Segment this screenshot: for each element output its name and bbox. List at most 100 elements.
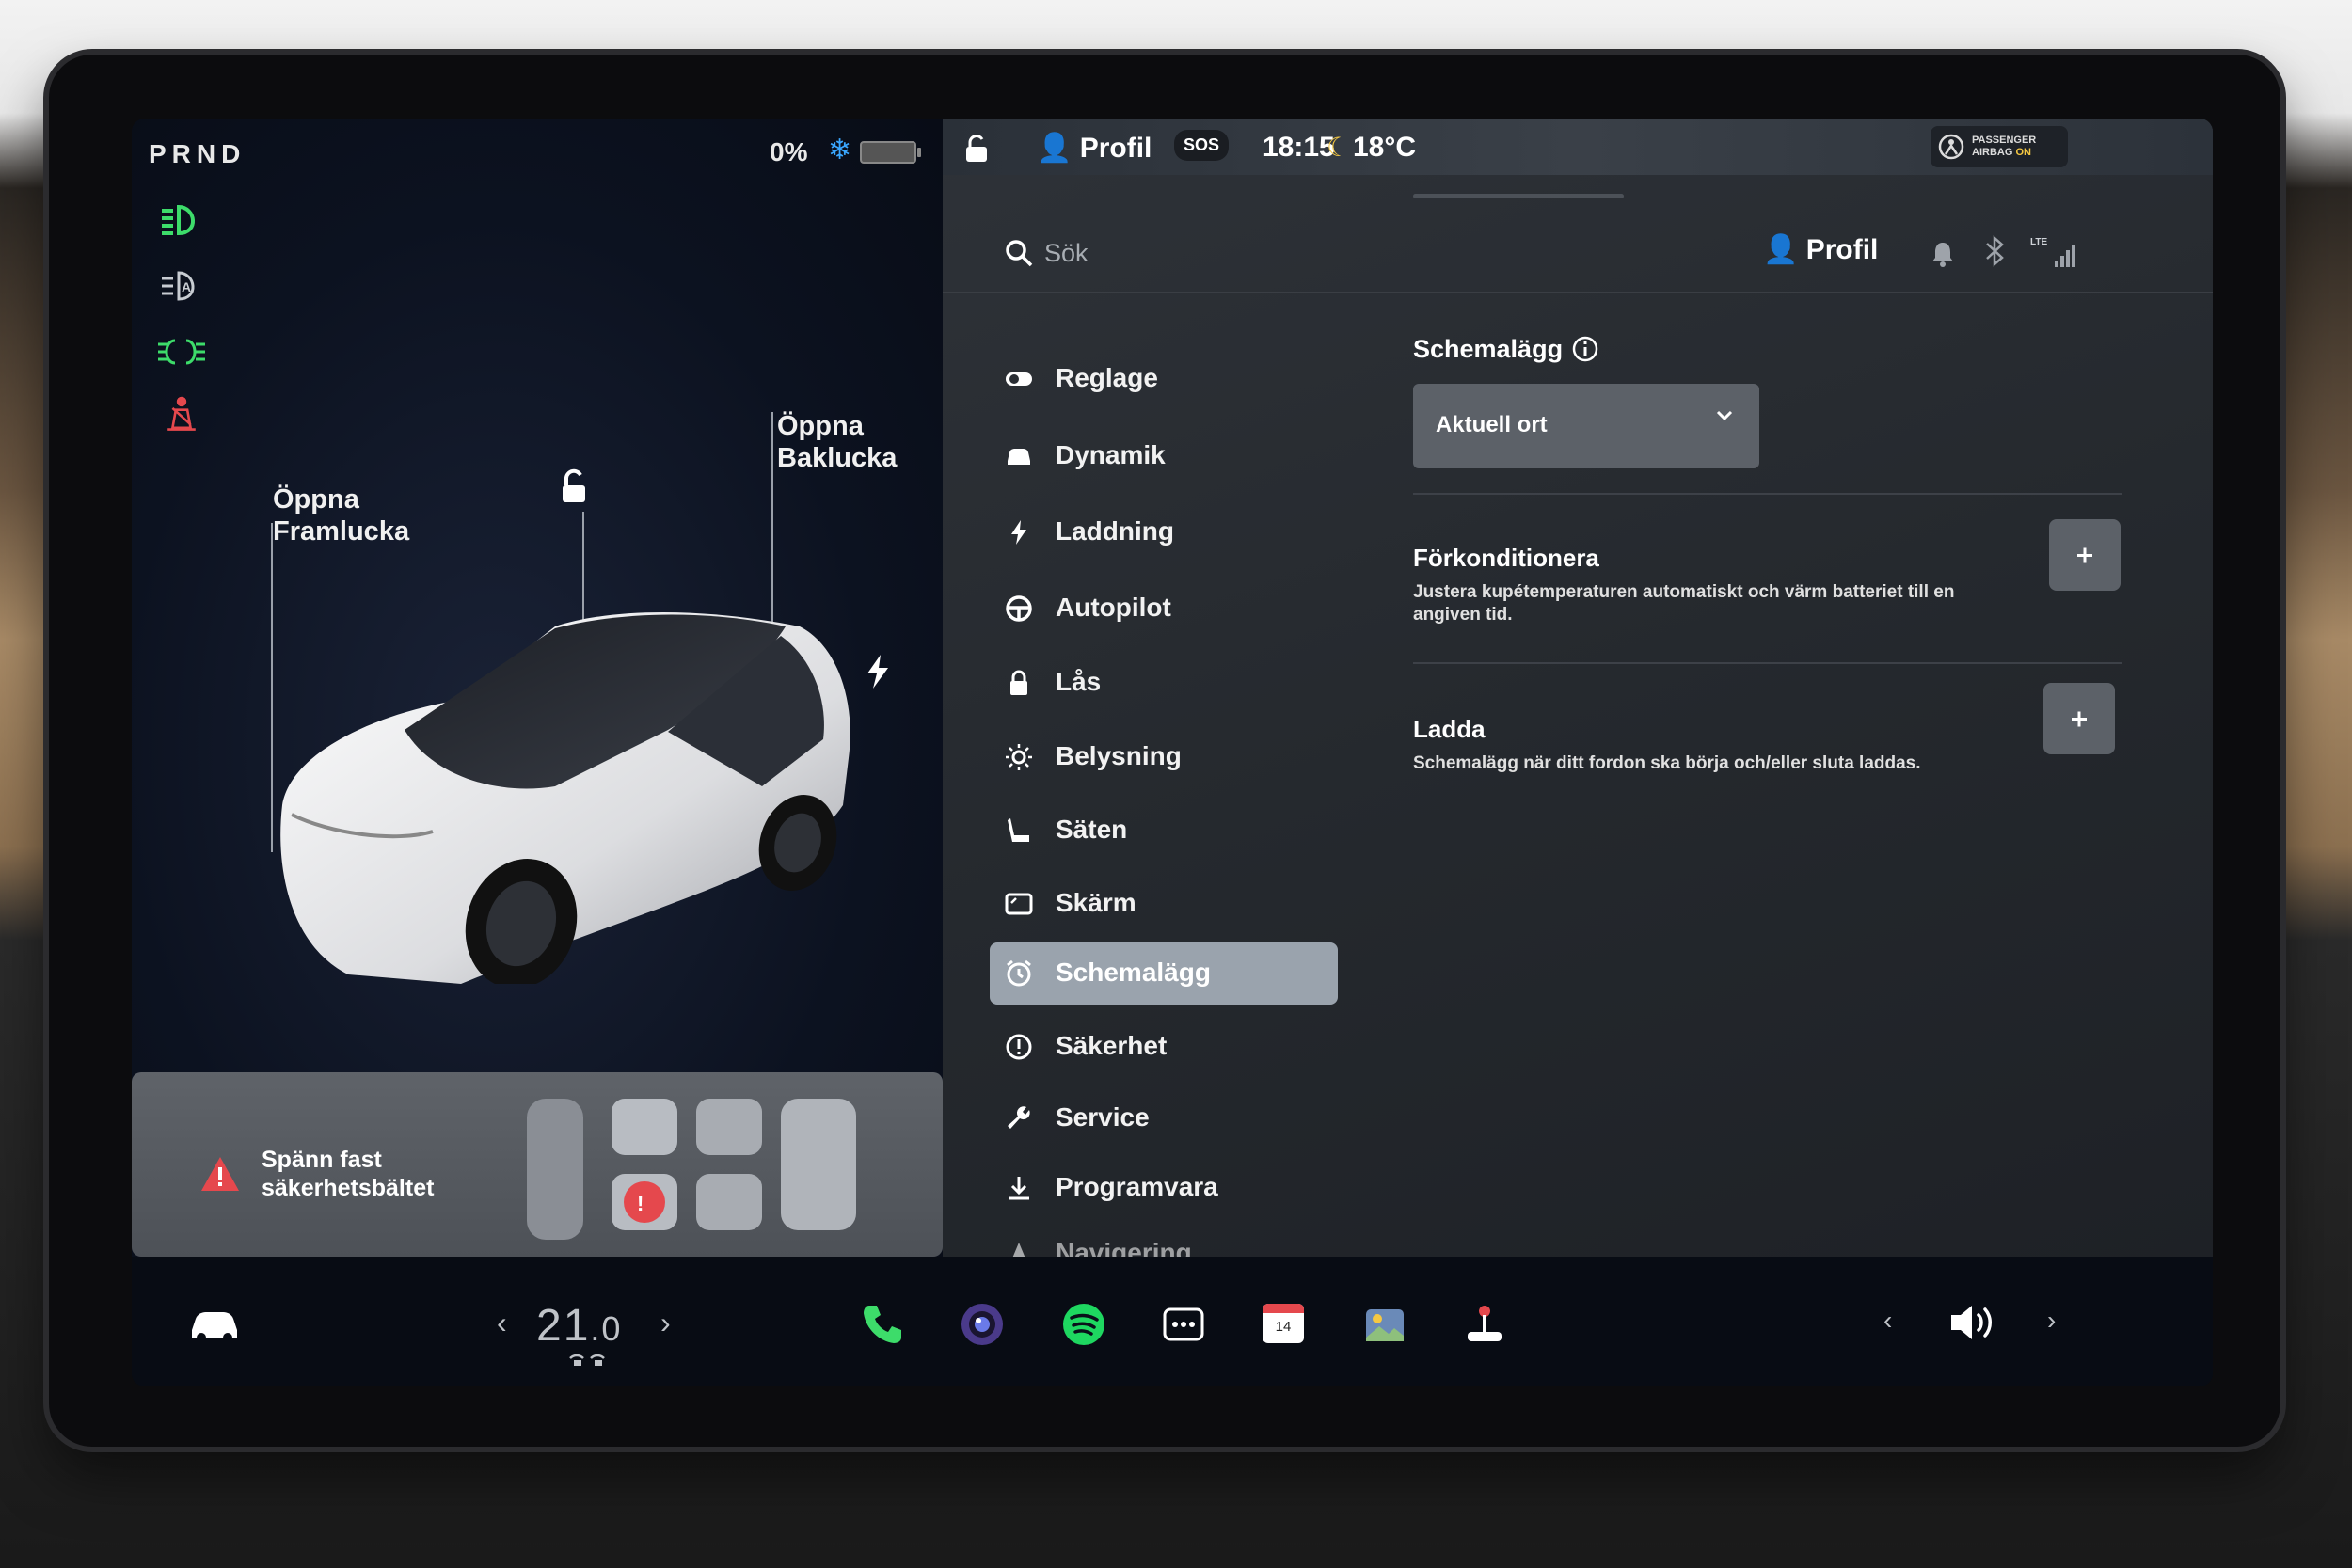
alarm-clock-icon (1007, 959, 1031, 987)
menu-item-schedule[interactable]: Schemalägg (990, 942, 1338, 1005)
outside-temperature: 18°C (1353, 132, 1417, 163)
menu-item-dynamics[interactable]: Dynamik (990, 425, 1338, 487)
menu-item-display[interactable]: Skärm (990, 873, 1338, 935)
menu-item-lighting[interactable]: Belysning (990, 726, 1338, 788)
airbag-line1: PASSENGER (1972, 135, 2037, 146)
passenger-airbag-indicator: PASSENGER AIRBAG ON (1931, 126, 2068, 167)
unlock-icon[interactable] (555, 468, 593, 506)
menu-item-label: Programvara (1056, 1172, 1218, 1201)
calendar-icon[interactable]: 14 (1261, 1300, 1306, 1345)
add-charge-schedule-button[interactable] (2043, 683, 2115, 754)
car-3d-model (280, 612, 850, 984)
menu-item-software[interactable]: Programvara (990, 1157, 1338, 1219)
photos-app-icon[interactable] (1362, 1302, 1407, 1347)
car-visualization-panel: PRND 0% ❄ A Öppna Framlucka Öppna Bakluc… (132, 119, 943, 1257)
temp-down-chevron[interactable]: ‹ (497, 1306, 507, 1340)
snowflake-icon: ❄ (828, 135, 852, 166)
battery-icon (860, 141, 921, 164)
moon-icon: ☾ (1327, 133, 1351, 162)
search-row: 👤 Profil LTE (943, 213, 2213, 293)
precondition-description: Justera kupétemperaturen automatiskt och… (1413, 582, 1955, 625)
car-front-icon (1008, 449, 1030, 465)
seatbelt-alert-line2: säkerhetsbältet (262, 1175, 435, 1201)
gear-selector: PRND (149, 139, 246, 168)
volume-icon[interactable] (1947, 1302, 1998, 1343)
menu-item-label: Belysning (1056, 741, 1182, 770)
seat-heater-icon[interactable] (566, 1353, 608, 1370)
bluetooth-icon[interactable] (1983, 235, 2008, 267)
menu-item-label: Service (1056, 1102, 1150, 1132)
car-icon[interactable] (188, 1306, 241, 1343)
add-precondition-button[interactable] (2049, 519, 2121, 591)
seat-icon (1008, 818, 1029, 842)
steering-wheel-icon (1006, 595, 1032, 622)
sun-icon (1006, 744, 1032, 770)
seatbelt-warning-icon (167, 396, 196, 431)
menu-item-locks[interactable]: Lås (990, 652, 1338, 714)
airbag-state: ON (2015, 147, 2031, 158)
airbag-icon (1938, 134, 1964, 160)
person-icon: 👤 (1763, 234, 1799, 265)
profile-top-label: Profil (1079, 133, 1152, 164)
profile-button[interactable]: 👤 Profil (1763, 233, 1878, 266)
menu-item-seats[interactable]: Säten (990, 800, 1338, 862)
lock-status-icon[interactable] (961, 134, 992, 164)
panel-drag-handle[interactable] (1413, 194, 1624, 198)
charge-port-icon[interactable] (864, 653, 892, 690)
info-icon[interactable] (1571, 335, 1599, 363)
charge-title: Ladda (1413, 715, 1486, 743)
trunk-label-line2: Baklucka (777, 443, 898, 473)
divider (1413, 662, 2122, 664)
person-icon: 👤 (1037, 133, 1073, 164)
location-dropdown[interactable]: Aktuell ort (1413, 384, 1759, 468)
navigation-icon (1012, 1243, 1025, 1257)
screen-icon (1005, 893, 1033, 915)
bell-icon[interactable] (1931, 241, 1955, 267)
calendar-day: 14 (1275, 1319, 1292, 1335)
menu-item-label: Lås (1056, 667, 1102, 696)
charge-description: Schemalägg när ditt fordon ska börja och… (1413, 753, 1921, 773)
toybox-joystick-icon[interactable] (1462, 1302, 1507, 1347)
menu-item-label: Dynamik (1056, 440, 1166, 469)
menu-item-label: Autopilot (1056, 593, 1171, 622)
menu-item-label: Reglage (1056, 363, 1158, 392)
clock: 18:15 (1263, 132, 1335, 163)
chevron-down-icon (1716, 410, 1733, 421)
temp-up-chevron[interactable]: › (660, 1306, 671, 1340)
menu-item-label: Navigering (1056, 1238, 1192, 1257)
seatbelt-alert-card: Spänn fast säkerhetsbältet ! (132, 1072, 943, 1257)
sos-button[interactable]: SOS (1174, 130, 1230, 161)
airbag-line2: AIRBAG (1972, 147, 2013, 158)
divider (1413, 493, 2122, 495)
search-icon[interactable] (1005, 239, 1033, 267)
menu-item-navigation[interactable]: Navigering (990, 1223, 1338, 1257)
search-input[interactable] (1042, 233, 1422, 273)
driver-profile-button[interactable]: 👤 Profil (1037, 132, 1152, 165)
volume-down-chevron[interactable]: ‹ (1883, 1306, 1892, 1336)
svg-text:!: ! (637, 1192, 644, 1215)
open-frunk-button[interactable]: Öppna Framlucka (273, 483, 409, 547)
camera-icon[interactable] (960, 1302, 1005, 1347)
cabin-temperature[interactable]: 21.0 (536, 1300, 622, 1352)
parking-lights-icon (158, 339, 205, 365)
schedule-title: Schemalägg (1413, 335, 1564, 363)
frunk-label-line2: Framlucka (273, 516, 410, 546)
menu-item-safety[interactable]: Säkerhet (990, 1016, 1338, 1078)
precondition-title: Förkonditionera (1413, 544, 1599, 572)
volume-up-chevron[interactable]: › (2047, 1306, 2056, 1336)
headlight-on-icon (162, 204, 195, 236)
spotify-icon[interactable] (1061, 1302, 1106, 1347)
menu-item-service[interactable]: Service (990, 1087, 1338, 1149)
seat-occupancy-diagram: ! (527, 1099, 856, 1240)
phone-icon[interactable] (860, 1302, 905, 1347)
menu-item-charging[interactable]: Laddning (990, 501, 1338, 563)
more-apps-icon[interactable] (1161, 1302, 1206, 1347)
menu-item-controls[interactable]: Reglage (990, 348, 1338, 410)
menu-item-label: Säkerhet (1056, 1031, 1168, 1060)
menu-item-autopilot[interactable]: Autopilot (990, 578, 1338, 640)
battery-percent: 0% (770, 137, 808, 166)
top-status-bar: 👤 Profil SOS 18:15 ☾ 18°C PASSENGER AIRB… (943, 119, 2213, 175)
settings-panel: 👤 Profil SOS 18:15 ☾ 18°C PASSENGER AIRB… (943, 119, 2213, 1257)
open-trunk-button[interactable]: Öppna Baklucka (777, 410, 897, 474)
location-selected: Aktuell ort (1436, 412, 1548, 437)
